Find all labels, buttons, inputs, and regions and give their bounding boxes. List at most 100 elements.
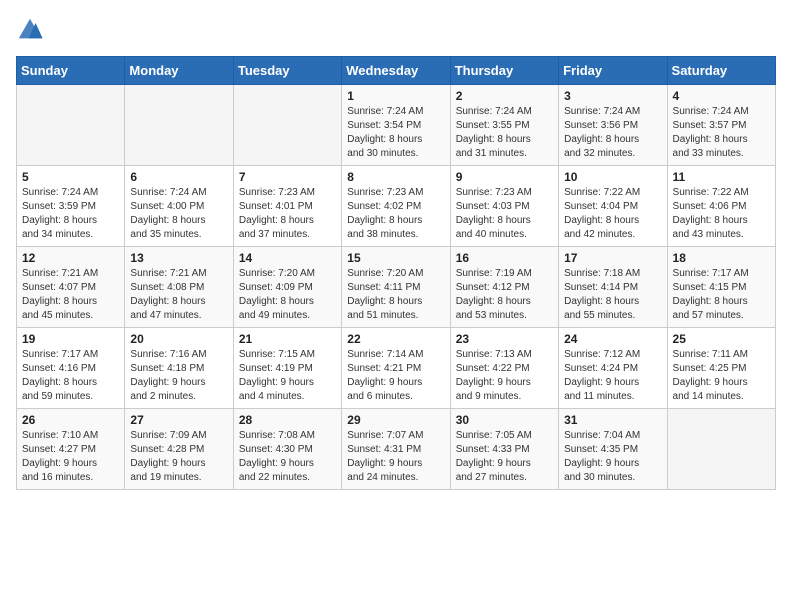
day-info: Sunrise: 7:07 AM Sunset: 4:31 PM Dayligh… <box>347 429 444 485</box>
calendar-cell: 11Sunrise: 7:22 AM Sunset: 4:06 PM Dayli… <box>667 166 775 247</box>
calendar-cell <box>667 409 775 490</box>
calendar-week-1: 1 Sunrise: 7:24 AM Sunset: 3:54 PM Daylig… <box>17 85 776 166</box>
page-header <box>16 16 776 44</box>
weekday-header-thursday: Thursday <box>450 57 558 85</box>
day-number: 24 <box>564 332 661 346</box>
day-number: 5 <box>22 170 119 184</box>
calendar-week-2: 5Sunrise: 7:24 AM Sunset: 3:59 PM Daylig… <box>17 166 776 247</box>
calendar-cell: 6Sunrise: 7:24 AM Sunset: 4:00 PM Daylig… <box>125 166 233 247</box>
calendar-cell: 28Sunrise: 7:08 AM Sunset: 4:30 PM Dayli… <box>233 409 341 490</box>
calendar-cell: 2 Sunrise: 7:24 AM Sunset: 3:55 PM Daylig… <box>450 85 558 166</box>
day-number: 8 <box>347 170 444 184</box>
day-info: Sunrise: 7:23 AM Sunset: 4:01 PM Dayligh… <box>239 186 336 242</box>
calendar-week-3: 12 Sunrise: 7:21 AM Sunset: 4:07 PM Dayli… <box>17 247 776 328</box>
weekday-header-sunday: Sunday <box>17 57 125 85</box>
calendar-cell <box>233 85 341 166</box>
logo <box>16 16 48 44</box>
calendar-cell: 8 Sunrise: 7:23 AM Sunset: 4:02 PM Daylig… <box>342 166 450 247</box>
day-number: 4 <box>673 89 770 103</box>
calendar-cell: 24 Sunrise: 7:12 AM Sunset: 4:24 PM Dayli… <box>559 328 667 409</box>
day-number: 1 <box>347 89 444 103</box>
day-info: Sunrise: 7:16 AM Sunset: 4:18 PM Dayligh… <box>130 348 227 404</box>
calendar-cell: 1 Sunrise: 7:24 AM Sunset: 3:54 PM Daylig… <box>342 85 450 166</box>
calendar-cell: 25 Sunrise: 7:11 AM Sunset: 4:25 PM Dayli… <box>667 328 775 409</box>
day-number: 10 <box>564 170 661 184</box>
calendar-cell: 30 Sunrise: 7:05 AM Sunset: 4:33 PM Dayli… <box>450 409 558 490</box>
calendar-cell <box>125 85 233 166</box>
calendar-cell <box>17 85 125 166</box>
day-number: 17 <box>564 251 661 265</box>
calendar-cell: 27Sunrise: 7:09 AM Sunset: 4:28 PM Dayli… <box>125 409 233 490</box>
calendar-cell: 10 Sunrise: 7:22 AM Sunset: 4:04 PM Dayli… <box>559 166 667 247</box>
weekday-header-monday: Monday <box>125 57 233 85</box>
calendar-cell: 26 Sunrise: 7:10 AM Sunset: 4:27 PM Dayli… <box>17 409 125 490</box>
calendar-cell: 15 Sunrise: 7:20 AM Sunset: 4:11 PM Dayli… <box>342 247 450 328</box>
calendar-cell: 22 Sunrise: 7:14 AM Sunset: 4:21 PM Dayli… <box>342 328 450 409</box>
calendar-cell: 7 Sunrise: 7:23 AM Sunset: 4:01 PM Daylig… <box>233 166 341 247</box>
calendar-cell: 16 Sunrise: 7:19 AM Sunset: 4:12 PM Dayli… <box>450 247 558 328</box>
day-number: 12 <box>22 251 119 265</box>
day-info: Sunrise: 7:14 AM Sunset: 4:21 PM Dayligh… <box>347 348 444 404</box>
day-info: Sunrise: 7:20 AM Sunset: 4:11 PM Dayligh… <box>347 267 444 323</box>
day-number: 9 <box>456 170 553 184</box>
day-info: Sunrise: 7:04 AM Sunset: 4:35 PM Dayligh… <box>564 429 661 485</box>
day-number: 25 <box>673 332 770 346</box>
logo-icon <box>16 16 44 44</box>
calendar-cell: 3Sunrise: 7:24 AM Sunset: 3:56 PM Daylig… <box>559 85 667 166</box>
weekday-header-friday: Friday <box>559 57 667 85</box>
day-number: 31 <box>564 413 661 427</box>
day-info: Sunrise: 7:23 AM Sunset: 4:03 PM Dayligh… <box>456 186 553 242</box>
calendar-cell: 12 Sunrise: 7:21 AM Sunset: 4:07 PM Dayli… <box>17 247 125 328</box>
calendar-cell: 21Sunrise: 7:15 AM Sunset: 4:19 PM Dayli… <box>233 328 341 409</box>
day-info: Sunrise: 7:11 AM Sunset: 4:25 PM Dayligh… <box>673 348 770 404</box>
day-number: 7 <box>239 170 336 184</box>
day-info: Sunrise: 7:20 AM Sunset: 4:09 PM Dayligh… <box>239 267 336 323</box>
weekday-header-tuesday: Tuesday <box>233 57 341 85</box>
calendar-cell: 29 Sunrise: 7:07 AM Sunset: 4:31 PM Dayli… <box>342 409 450 490</box>
calendar-table: SundayMondayTuesdayWednesdayThursdayFrid… <box>16 56 776 490</box>
day-number: 15 <box>347 251 444 265</box>
day-info: Sunrise: 7:05 AM Sunset: 4:33 PM Dayligh… <box>456 429 553 485</box>
day-info: Sunrise: 7:21 AM Sunset: 4:07 PM Dayligh… <box>22 267 119 323</box>
day-number: 26 <box>22 413 119 427</box>
calendar-body: 1 Sunrise: 7:24 AM Sunset: 3:54 PM Daylig… <box>17 85 776 490</box>
day-info: Sunrise: 7:18 AM Sunset: 4:14 PM Dayligh… <box>564 267 661 323</box>
calendar-cell: 23 Sunrise: 7:13 AM Sunset: 4:22 PM Dayli… <box>450 328 558 409</box>
calendar-cell: 20 Sunrise: 7:16 AM Sunset: 4:18 PM Dayli… <box>125 328 233 409</box>
day-info: Sunrise: 7:24 AM Sunset: 3:56 PM Dayligh… <box>564 105 661 161</box>
day-number: 22 <box>347 332 444 346</box>
calendar-cell: 19Sunrise: 7:17 AM Sunset: 4:16 PM Dayli… <box>17 328 125 409</box>
calendar-cell: 18Sunrise: 7:17 AM Sunset: 4:15 PM Dayli… <box>667 247 775 328</box>
calendar-cell: 9 Sunrise: 7:23 AM Sunset: 4:03 PM Daylig… <box>450 166 558 247</box>
day-info: Sunrise: 7:19 AM Sunset: 4:12 PM Dayligh… <box>456 267 553 323</box>
day-info: Sunrise: 7:12 AM Sunset: 4:24 PM Dayligh… <box>564 348 661 404</box>
day-info: Sunrise: 7:24 AM Sunset: 3:57 PM Dayligh… <box>673 105 770 161</box>
day-number: 27 <box>130 413 227 427</box>
day-info: Sunrise: 7:13 AM Sunset: 4:22 PM Dayligh… <box>456 348 553 404</box>
day-number: 20 <box>130 332 227 346</box>
calendar-cell: 13 Sunrise: 7:21 AM Sunset: 4:08 PM Dayli… <box>125 247 233 328</box>
weekday-row: SundayMondayTuesdayWednesdayThursdayFrid… <box>17 57 776 85</box>
day-info: Sunrise: 7:17 AM Sunset: 4:15 PM Dayligh… <box>673 267 770 323</box>
day-number: 23 <box>456 332 553 346</box>
day-info: Sunrise: 7:10 AM Sunset: 4:27 PM Dayligh… <box>22 429 119 485</box>
day-number: 13 <box>130 251 227 265</box>
calendar-cell: 17 Sunrise: 7:18 AM Sunset: 4:14 PM Dayli… <box>559 247 667 328</box>
day-number: 16 <box>456 251 553 265</box>
day-number: 29 <box>347 413 444 427</box>
day-number: 30 <box>456 413 553 427</box>
day-info: Sunrise: 7:24 AM Sunset: 3:55 PM Dayligh… <box>456 105 553 161</box>
calendar-cell: 14Sunrise: 7:20 AM Sunset: 4:09 PM Dayli… <box>233 247 341 328</box>
day-number: 11 <box>673 170 770 184</box>
day-info: Sunrise: 7:08 AM Sunset: 4:30 PM Dayligh… <box>239 429 336 485</box>
calendar-week-4: 19Sunrise: 7:17 AM Sunset: 4:16 PM Dayli… <box>17 328 776 409</box>
day-info: Sunrise: 7:23 AM Sunset: 4:02 PM Dayligh… <box>347 186 444 242</box>
weekday-header-wednesday: Wednesday <box>342 57 450 85</box>
day-number: 2 <box>456 89 553 103</box>
day-info: Sunrise: 7:17 AM Sunset: 4:16 PM Dayligh… <box>22 348 119 404</box>
weekday-header-saturday: Saturday <box>667 57 775 85</box>
day-info: Sunrise: 7:24 AM Sunset: 3:54 PM Dayligh… <box>347 105 444 161</box>
calendar-header: SundayMondayTuesdayWednesdayThursdayFrid… <box>17 57 776 85</box>
day-info: Sunrise: 7:21 AM Sunset: 4:08 PM Dayligh… <box>130 267 227 323</box>
day-info: Sunrise: 7:22 AM Sunset: 4:04 PM Dayligh… <box>564 186 661 242</box>
